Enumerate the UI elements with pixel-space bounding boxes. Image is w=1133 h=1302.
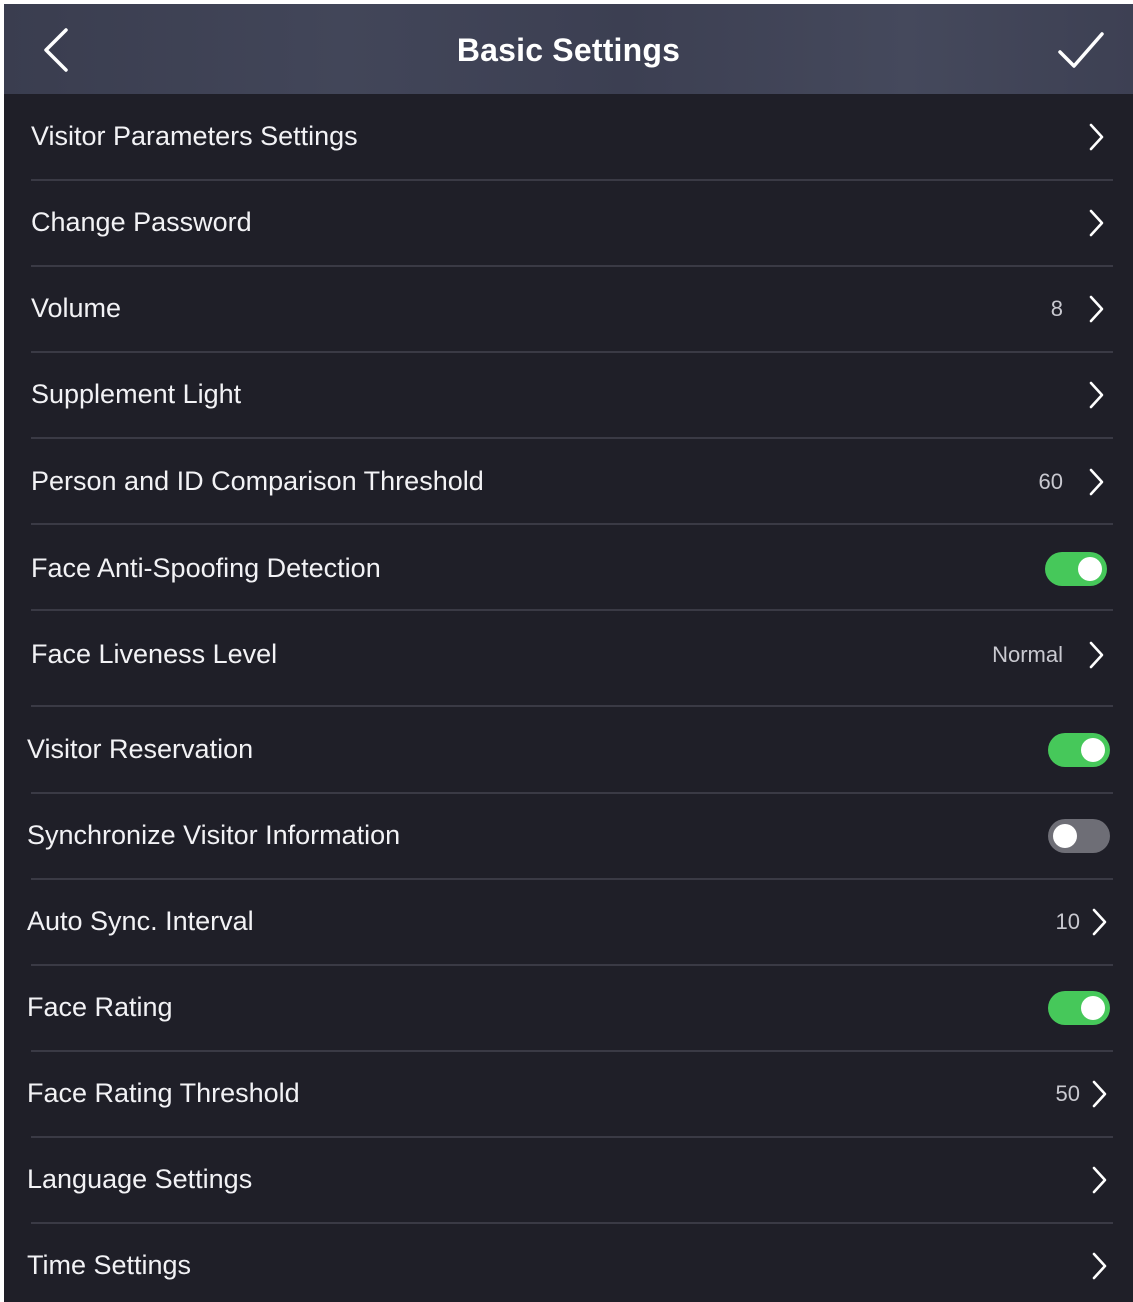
settings-row-value: 60 <box>1038 469 1063 494</box>
toggle-switch[interactable] <box>1048 991 1110 1025</box>
settings-row-label: Person and ID Comparison Threshold <box>31 466 484 496</box>
row-divider <box>31 964 1113 966</box>
toggle-switch[interactable] <box>1048 733 1110 767</box>
settings-row-time-settings[interactable]: Time Settings <box>4 1226 1133 1302</box>
chevron-right-icon <box>1089 641 1104 669</box>
chevron-right-icon <box>1089 468 1104 496</box>
settings-row-label: Supplement Light <box>31 379 242 409</box>
settings-row-face-rating[interactable]: Face Rating <box>4 968 1133 1048</box>
settings-row-label: Volume <box>31 293 122 323</box>
row-divider <box>31 792 1113 794</box>
settings-row-person-and-id-comparison-threshold[interactable]: Person and ID Comparison Threshold 60 <box>4 442 1133 522</box>
checkmark-icon <box>1058 32 1104 68</box>
settings-row-auto-sync-interval[interactable]: Auto Sync. Interval 10 <box>4 882 1133 962</box>
settings-row-label: Change Password <box>31 207 252 237</box>
settings-screen: Basic Settings Visitor Parameters Settin… <box>4 4 1133 1302</box>
settings-row-visitor-reservation[interactable]: Visitor Reservation <box>4 710 1133 790</box>
row-divider <box>31 179 1113 181</box>
toggle-knob <box>1078 557 1102 581</box>
chevron-right-icon <box>1092 1252 1107 1280</box>
settings-row-value: 50 <box>1055 1081 1080 1106</box>
toggle-knob <box>1053 824 1077 848</box>
settings-row-label: Visitor Parameters Settings <box>31 121 358 151</box>
toggle-knob <box>1081 738 1105 762</box>
settings-row-label: Visitor Reservation <box>27 734 254 764</box>
row-divider <box>31 265 1113 267</box>
row-divider <box>31 1222 1113 1224</box>
toggle-switch[interactable] <box>1048 819 1110 853</box>
settings-row-face-liveness-level[interactable]: Face Liveness Level Normal <box>4 615 1133 695</box>
settings-row-language-settings[interactable]: Language Settings <box>4 1140 1133 1220</box>
settings-row-value: Normal <box>992 642 1063 667</box>
chevron-right-icon <box>1092 1166 1107 1194</box>
row-divider <box>31 437 1113 439</box>
toggle-switch[interactable] <box>1045 552 1107 586</box>
toggle-knob <box>1081 996 1105 1020</box>
settings-row-label: Face Rating Threshold <box>27 1078 300 1108</box>
chevron-right-icon <box>1089 209 1104 237</box>
settings-row-visitor-parameters-settings[interactable]: Visitor Parameters Settings <box>4 97 1133 177</box>
row-divider <box>31 1136 1113 1138</box>
settings-row-label: Face Rating <box>27 992 173 1022</box>
row-divider <box>31 523 1113 525</box>
chevron-right-icon <box>1089 123 1104 151</box>
row-divider <box>31 705 1113 707</box>
settings-row-supplement-light[interactable]: Supplement Light <box>4 355 1133 435</box>
header-bar: Basic Settings <box>4 4 1133 94</box>
settings-row-label: Language Settings <box>27 1164 253 1194</box>
settings-row-value: 8 <box>1050 296 1063 321</box>
settings-row-label: Time Settings <box>27 1250 192 1280</box>
settings-row-change-password[interactable]: Change Password <box>4 183 1133 263</box>
settings-row-value: 10 <box>1055 909 1080 934</box>
chevron-right-icon <box>1089 295 1104 323</box>
page-title: Basic Settings <box>456 32 681 68</box>
row-divider <box>31 878 1113 880</box>
chevron-right-icon <box>1092 908 1107 936</box>
settings-row-label: Auto Sync. Interval <box>27 906 254 936</box>
settings-row-synchronize-visitor-information[interactable]: Synchronize Visitor Information <box>4 796 1133 876</box>
chevron-right-icon <box>1089 381 1104 409</box>
settings-row-volume[interactable]: Volume 8 <box>4 269 1133 349</box>
settings-row-label: Synchronize Visitor Information <box>27 820 401 850</box>
settings-row-face-rating-threshold[interactable]: Face Rating Threshold 50 <box>4 1054 1133 1134</box>
settings-row-face-anti-spoofing-detection[interactable]: Face Anti-Spoofing Detection <box>4 529 1133 609</box>
settings-row-label: Face Anti-Spoofing Detection <box>31 553 381 583</box>
row-divider <box>31 351 1113 353</box>
settings-row-label: Face Liveness Level <box>31 639 278 669</box>
row-divider <box>31 1050 1113 1052</box>
row-divider <box>31 609 1113 611</box>
confirm-button[interactable] <box>1050 26 1110 76</box>
chevron-right-icon <box>1092 1080 1107 1108</box>
